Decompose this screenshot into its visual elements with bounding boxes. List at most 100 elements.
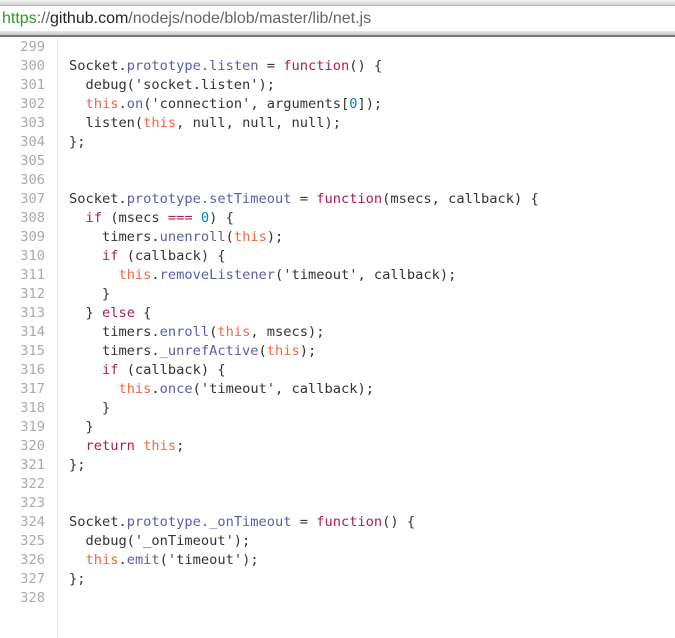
code-text: }	[69, 400, 111, 416]
code-text: listen(	[69, 115, 144, 131]
code-text: ;	[176, 438, 185, 454]
line-number[interactable]: 317	[0, 380, 45, 399]
line-number[interactable]: 325	[0, 532, 45, 551]
code-this: this	[85, 96, 119, 112]
code-property: prototype._onTimeout	[126, 514, 292, 530]
line-source: };	[69, 133, 85, 152]
code-text: , null, null, null);	[176, 115, 341, 131]
code-text: timers.	[69, 324, 160, 340]
code-text: );	[299, 343, 317, 359]
code-text: .	[118, 552, 127, 568]
line-number[interactable]: 321	[0, 456, 45, 475]
code-text: =	[291, 514, 317, 530]
code-text: };	[69, 134, 86, 150]
line-number[interactable]: 322	[0, 475, 45, 494]
line-source: if (callback) {	[69, 247, 226, 266]
code-text: Socket.	[69, 191, 127, 207]
line-number[interactable]: 318	[0, 399, 45, 418]
line-number[interactable]: 301	[0, 76, 45, 95]
code-text: .	[118, 96, 127, 112]
line-number[interactable]: 319	[0, 418, 45, 437]
code-property: removeListener	[159, 267, 276, 283]
code-text: (callback) {	[118, 362, 226, 378]
line-number[interactable]: 309	[0, 228, 45, 247]
code-line: 310 if (callback) {	[0, 247, 675, 266]
code-text: (msecs, callback) {	[382, 191, 539, 207]
line-number[interactable]: 308	[0, 209, 45, 228]
code-text: );	[266, 229, 284, 245]
code-text: (callback) {	[118, 248, 226, 264]
code-line: 320 return this;	[0, 437, 675, 456]
line-number[interactable]: 312	[0, 285, 45, 304]
line-number[interactable]: 303	[0, 114, 45, 133]
line-source: }	[69, 399, 110, 418]
code-this: this	[118, 381, 152, 397]
line-source: this.once('timeout', callback);	[69, 380, 374, 399]
line-number[interactable]: 300	[0, 57, 45, 76]
code-text: (	[225, 229, 234, 245]
line-number[interactable]: 299	[0, 38, 45, 57]
code-text: =	[291, 191, 317, 207]
url-separator: ://	[36, 10, 51, 27]
code-line: 299	[0, 38, 675, 57]
code-keyword: return	[85, 438, 135, 454]
line-number[interactable]: 310	[0, 247, 45, 266]
code-keyword: ===	[167, 210, 193, 226]
line-number[interactable]: 302	[0, 95, 45, 114]
code-property: unenroll	[159, 229, 226, 245]
line-number[interactable]: 311	[0, 266, 45, 285]
line-number[interactable]: 327	[0, 570, 45, 589]
code-line: 323	[0, 494, 675, 513]
code-text: debug('socket.listen');	[69, 77, 276, 93]
line-source: timers.unenroll(this);	[69, 228, 283, 247]
line-number[interactable]: 324	[0, 513, 45, 532]
code-keyword: else	[101, 305, 135, 321]
line-number[interactable]: 313	[0, 304, 45, 323]
code-property: emit	[126, 552, 160, 568]
line-source: listen(this, null, null, null);	[69, 114, 341, 133]
code-line: 304};	[0, 133, 675, 152]
code-text: };	[69, 457, 86, 473]
line-source: if (msecs === 0) {	[69, 209, 233, 228]
line-number[interactable]: 306	[0, 171, 45, 190]
line-number[interactable]: 320	[0, 437, 45, 456]
code-keyword: function	[316, 191, 383, 207]
code-text: {	[134, 305, 152, 321]
code-line: 318 }	[0, 399, 675, 418]
code-line: 324 Socket.prototype._onTimeout = functio…	[0, 513, 675, 532]
code-text: ('timeout', callback);	[192, 381, 374, 397]
code-property: enroll	[159, 324, 210, 340]
code-view: 299 300 Socket.prototype.listen = function…	[0, 38, 675, 638]
code-keyword: if	[101, 248, 119, 264]
code-property: on	[126, 96, 144, 112]
line-number[interactable]: 323	[0, 494, 45, 513]
line-number[interactable]: 307	[0, 190, 45, 209]
code-line: 326 this.emit('timeout');	[0, 551, 675, 570]
line-number[interactable]: 326	[0, 551, 45, 570]
line-number[interactable]: 304	[0, 133, 45, 152]
code-text: (msecs	[101, 210, 168, 226]
code-text: .	[151, 381, 160, 397]
code-property: prototype.listen	[126, 58, 259, 74]
code-line: 300 Socket.prototype.listen = function() …	[0, 57, 675, 76]
line-source: timers._unrefActive(this);	[69, 342, 316, 361]
line-source: };	[69, 456, 85, 475]
line-number[interactable]: 315	[0, 342, 45, 361]
line-source: this.on('connection', arguments[0]);	[69, 95, 382, 114]
line-number[interactable]: 314	[0, 323, 45, 342]
code-this: this	[233, 229, 267, 245]
code-text: Socket.	[69, 58, 127, 74]
line-number[interactable]: 305	[0, 152, 45, 171]
code-line: 314 timers.enroll(this, msecs);	[0, 323, 675, 342]
code-text: () {	[349, 58, 383, 74]
url-path: /nodejs/node/blob/master/lib/net.js	[128, 10, 372, 27]
code-line: 303 listen(this, null, null, null);	[0, 114, 675, 133]
address-bar[interactable]: https://github.com/nodejs/node/blob/mast…	[0, 6, 675, 31]
line-number[interactable]: 316	[0, 361, 45, 380]
